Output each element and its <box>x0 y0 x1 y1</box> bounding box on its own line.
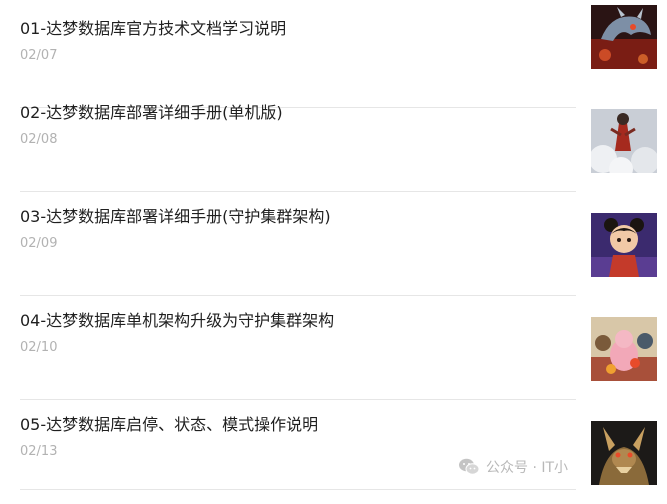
divider <box>20 489 576 490</box>
article-thumbnail[interactable] <box>591 5 657 69</box>
article-date: 02/13 <box>20 444 58 459</box>
article-date: 02/08 <box>20 132 58 147</box>
list-item[interactable]: 04-达梦数据库单机架构升级为守护集群架构 02/10 <box>20 296 576 400</box>
article-title[interactable]: 03-达梦数据库部署详细手册(守护集群架构) <box>20 206 331 228</box>
article-date: 02/07 <box>20 48 58 63</box>
article-list: 01-达梦数据库官方技术文档学习说明 02/07 02-达梦数据库部署详细手册(… <box>0 0 667 492</box>
wechat-icon <box>459 458 480 475</box>
characters-group-thumbnail <box>591 317 657 381</box>
dragon-red-thumbnail <box>591 5 657 69</box>
hero-clouds-thumbnail <box>591 109 657 173</box>
article-thumbnail[interactable] <box>591 109 657 173</box>
article-title[interactable]: 05-达梦数据库启停、状态、模式操作说明 <box>20 414 318 436</box>
child-character-thumbnail <box>591 213 657 277</box>
list-item[interactable]: 03-达梦数据库部署详细手册(守护集群架构) 02/09 <box>20 192 576 296</box>
watermark: 公众号 · IT小 <box>458 456 568 478</box>
list-item[interactable]: 02-达梦数据库部署详细手册(单机版) 02/08 <box>20 88 576 192</box>
watermark-text: 公众号 · IT小 <box>486 460 569 476</box>
article-title[interactable]: 04-达梦数据库单机架构升级为守护集群架构 <box>20 310 334 332</box>
article-title[interactable]: 01-达梦数据库官方技术文档学习说明 <box>20 18 286 40</box>
article-thumbnail[interactable] <box>591 213 657 277</box>
article-thumbnail[interactable] <box>591 317 657 381</box>
article-thumbnail[interactable] <box>591 421 657 485</box>
article-date: 02/10 <box>20 340 58 355</box>
article-title[interactable]: 02-达梦数据库部署详细手册(单机版) <box>20 102 283 124</box>
dragon-gold-thumbnail <box>591 421 657 485</box>
article-date: 02/09 <box>20 236 58 251</box>
